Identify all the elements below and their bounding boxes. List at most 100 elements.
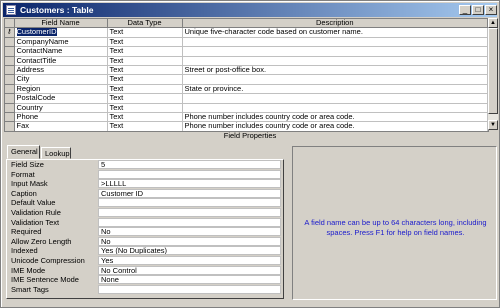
description-cell[interactable] <box>182 93 488 104</box>
field-name-cell[interactable]: CustomerID <box>14 27 108 38</box>
field-name-cell[interactable]: CompanyName <box>14 37 108 48</box>
minimize-button[interactable]: _ <box>459 5 471 15</box>
property-label: Allow Zero Length <box>11 236 72 246</box>
table-row[interactable]: PostalCode Text <box>5 93 488 104</box>
field-name-cell[interactable]: ContactName <box>14 46 108 57</box>
property-row: IME Mode No Control <box>11 265 283 275</box>
table-row[interactable]: Address Text Street or post-office box. <box>5 65 488 76</box>
property-label: Indexed <box>11 246 38 256</box>
property-label: IME Sentence Mode <box>11 275 79 285</box>
property-value-input[interactable] <box>98 169 281 179</box>
data-type-cell[interactable]: Text <box>107 112 183 123</box>
row-selector[interactable] <box>5 121 15 131</box>
table-row[interactable]: City Text <box>5 74 488 85</box>
property-value-input[interactable]: Customer ID <box>98 188 281 198</box>
table-row[interactable]: CompanyName Text <box>5 37 488 48</box>
data-type-cell[interactable]: Text <box>107 46 183 57</box>
row-selector[interactable] <box>5 84 15 95</box>
data-type-cell[interactable]: Text <box>107 103 183 114</box>
property-value-input[interactable]: >LLLLL <box>98 179 281 189</box>
property-label: IME Mode <box>11 265 46 275</box>
column-header-data-type[interactable]: Data Type <box>107 19 183 29</box>
data-type-cell[interactable]: Text <box>107 27 183 38</box>
tab-general[interactable]: General <box>7 145 40 159</box>
window-title: Customers : Table <box>20 5 94 15</box>
data-type-cell[interactable]: Text <box>107 37 183 48</box>
title-bar[interactable]: Customers : Table _ □ × <box>3 3 497 17</box>
description-cell[interactable] <box>182 74 488 85</box>
table-row[interactable]: ContactName Text <box>5 46 488 57</box>
property-value-input[interactable] <box>98 284 281 294</box>
property-row: Smart Tags <box>11 284 283 294</box>
property-value-input[interactable] <box>98 208 281 217</box>
column-header-field-name[interactable]: Field Name <box>14 19 108 29</box>
property-value-input[interactable] <box>98 198 281 208</box>
data-type-cell[interactable]: Text <box>107 56 183 67</box>
row-selector[interactable] <box>5 103 15 114</box>
table-row[interactable]: Phone Text Phone number includes country c… <box>5 112 488 123</box>
row-selector[interactable] <box>5 46 15 57</box>
table-row[interactable]: Fax Text Phone number includes country cod… <box>5 121 488 131</box>
description-cell[interactable] <box>182 56 488 67</box>
property-row: Field Size 5 <box>11 160 283 169</box>
description-cell[interactable] <box>182 37 488 48</box>
property-label: Smart Tags <box>11 284 49 294</box>
description-cell[interactable]: Street or post-office box. <box>182 65 488 76</box>
vertical-scrollbar[interactable]: ▲ ▼ <box>488 18 498 130</box>
property-value-input[interactable]: 5 <box>98 160 281 169</box>
row-selector[interactable] <box>5 56 15 67</box>
table-row[interactable]: Country Text <box>5 103 488 114</box>
data-type-cell[interactable]: Text <box>107 65 183 76</box>
data-type-cell[interactable]: Text <box>107 93 183 104</box>
row-selector[interactable] <box>5 93 15 104</box>
table-row[interactable]: ContactTitle Text <box>5 56 488 67</box>
field-grid: Field Name Data Type Description ⚷ Custom… <box>4 18 489 132</box>
table-design-window: Customers : Table _ □ × Field Name Data … <box>0 0 500 308</box>
row-selector[interactable] <box>5 74 15 85</box>
description-cell[interactable]: State or province. <box>182 84 488 95</box>
table-row[interactable]: ⚷ CustomerID Text Unique five-character cod… <box>5 27 488 38</box>
description-cell[interactable] <box>182 103 488 114</box>
property-value-input[interactable]: No Control <box>98 265 281 275</box>
field-name-cell[interactable]: Address <box>14 65 108 76</box>
maximize-button[interactable]: □ <box>472 5 484 15</box>
selected-field-name[interactable]: CustomerID <box>16 27 57 37</box>
data-type-cell[interactable]: Text <box>107 121 183 131</box>
description-cell[interactable]: Phone number includes country code or ar… <box>182 121 488 131</box>
property-value-input[interactable]: No <box>98 227 281 237</box>
row-selector[interactable] <box>5 112 15 123</box>
property-label: Default Value <box>11 198 56 208</box>
description-cell[interactable]: Unique five-character code based on cust… <box>182 27 488 38</box>
tab-lookup[interactable]: Lookup <box>41 147 71 159</box>
table-row[interactable]: Region Text State or province. <box>5 84 488 95</box>
description-cell[interactable]: Phone number includes country code or ar… <box>182 112 488 123</box>
column-header-description[interactable]: Description <box>182 19 488 29</box>
row-selector[interactable] <box>5 37 15 48</box>
primary-key-icon[interactable]: ⚷ <box>5 27 15 38</box>
field-name-cell[interactable]: Fax <box>14 121 108 131</box>
field-name-cell[interactable]: Region <box>14 84 108 95</box>
field-name-cell[interactable]: PostalCode <box>14 93 108 104</box>
property-value-input[interactable]: Yes <box>98 256 281 265</box>
field-name-cell[interactable]: Country <box>14 103 108 114</box>
close-button[interactable]: × <box>485 5 497 15</box>
property-value-input[interactable] <box>98 217 281 227</box>
description-cell[interactable] <box>182 46 488 57</box>
row-selector[interactable] <box>5 65 15 76</box>
property-value-input[interactable]: None <box>98 275 281 285</box>
property-row: Format <box>11 169 283 179</box>
help-panel: A field name can be up to 64 characters … <box>292 146 497 300</box>
data-type-cell[interactable]: Text <box>107 74 183 85</box>
scroll-down-arrow-icon[interactable]: ▼ <box>488 120 498 130</box>
scroll-thumb[interactable] <box>488 28 498 114</box>
property-value-input[interactable]: No <box>98 236 281 246</box>
property-row: Validation Rule <box>11 208 283 217</box>
property-label: Field Size <box>11 160 44 169</box>
data-type-cell[interactable]: Text <box>107 84 183 95</box>
scroll-up-arrow-icon[interactable]: ▲ <box>488 18 498 28</box>
field-name-cell[interactable]: Phone <box>14 112 108 123</box>
property-value-input[interactable]: Yes (No Duplicates) <box>98 246 281 256</box>
field-name-cell[interactable]: ContactTitle <box>14 56 108 67</box>
property-row: Required No <box>11 227 283 237</box>
field-name-cell[interactable]: City <box>14 74 108 85</box>
